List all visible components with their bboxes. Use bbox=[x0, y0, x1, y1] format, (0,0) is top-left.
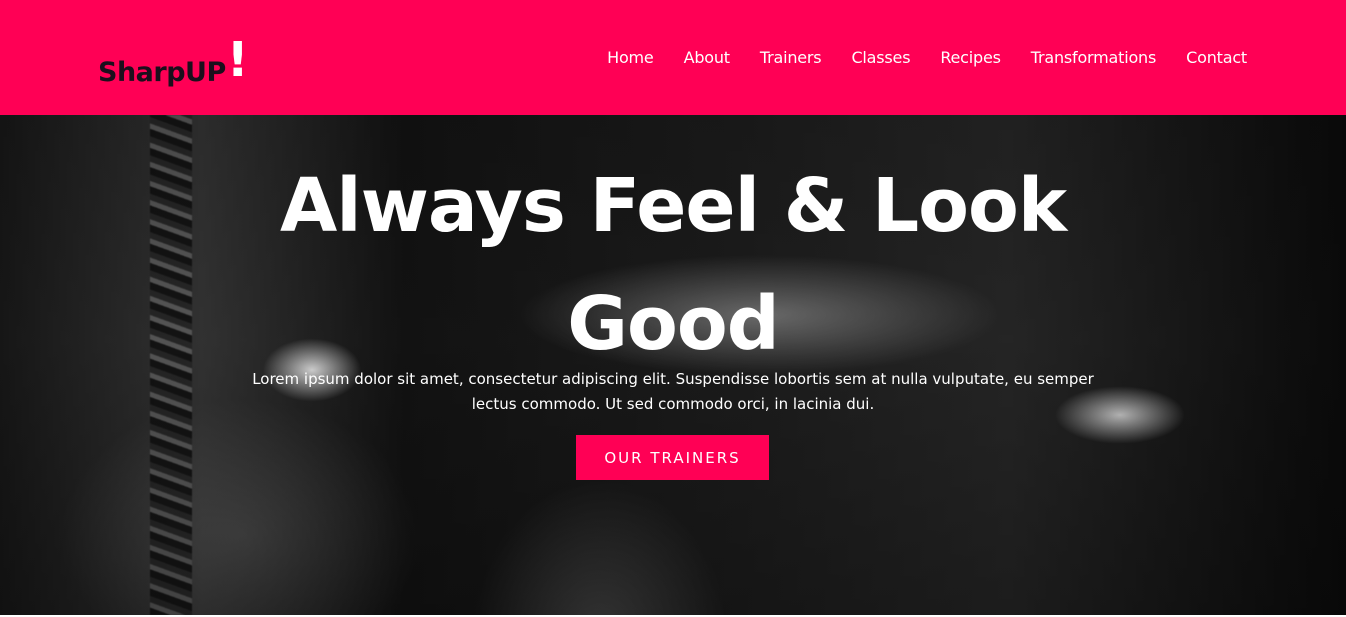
our-trainers-button[interactable]: OUR TRAINERS bbox=[576, 435, 769, 480]
nav-link-about[interactable]: About bbox=[684, 48, 731, 67]
nav-link-home[interactable]: Home bbox=[607, 48, 654, 67]
nav-link-contact[interactable]: Contact bbox=[1186, 48, 1247, 67]
nav-link-trainers[interactable]: Trainers bbox=[760, 48, 822, 67]
main-nav: Home About Trainers Classes Recipes Tran… bbox=[607, 45, 1247, 69]
brand-logo-exclamation: ! bbox=[226, 32, 249, 88]
nav-link-classes[interactable]: Classes bbox=[851, 48, 910, 67]
brand-logo[interactable]: SharpUP ! bbox=[98, 30, 249, 90]
nav-link-recipes[interactable]: Recipes bbox=[940, 48, 1001, 67]
hero-section: Always Feel & Look Good Lorem ipsum dolo… bbox=[0, 115, 1346, 615]
hero-title-line-1: Always Feel & Look bbox=[279, 163, 1067, 249]
hero-description-line-1: Lorem ipsum dolor sit amet, consectetur … bbox=[252, 370, 1094, 388]
site-header: SharpUP ! Home About Trainers Classes Re… bbox=[0, 0, 1346, 115]
nav-link-transformations[interactable]: Transformations bbox=[1031, 48, 1157, 67]
hero-title-line-2: Good bbox=[567, 281, 779, 367]
hero-description-line-2: lectus commodo. Ut sed commodo orci, in … bbox=[471, 395, 875, 413]
brand-logo-text: SharpUP bbox=[98, 57, 226, 88]
hero-title: Always Feel & Look Good bbox=[0, 147, 1346, 383]
hero-description: Lorem ipsum dolor sit amet, consectetur … bbox=[223, 367, 1123, 417]
